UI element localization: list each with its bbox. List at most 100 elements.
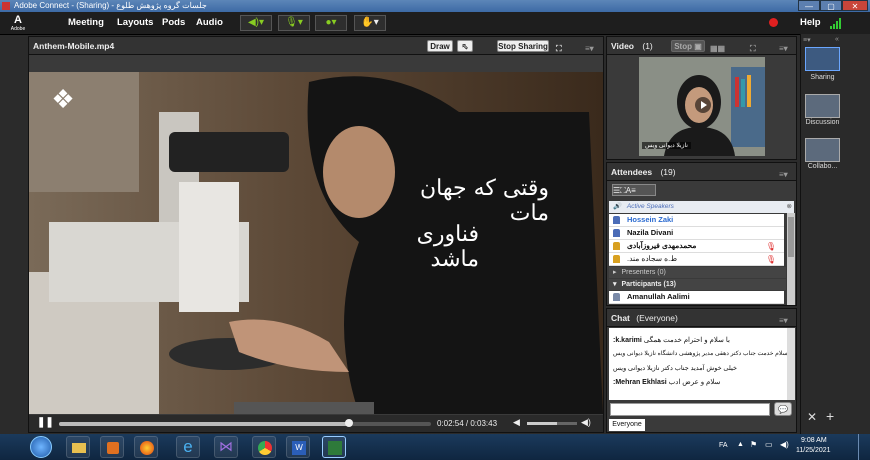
chat-input[interactable] xyxy=(610,403,770,416)
presenters-label: Presenters (0) xyxy=(621,269,666,276)
camera-toggle-icon[interactable]: ●▾ xyxy=(315,15,347,31)
volume-max-icon[interactable]: ◀) xyxy=(581,417,591,428)
show-desktop-button[interactable] xyxy=(858,434,870,460)
volume-tray-icon[interactable]: ◀) xyxy=(780,440,789,449)
institution-logo-icon: ❖ xyxy=(51,84,75,114)
sort-icon[interactable]: A≡ xyxy=(626,186,636,195)
chat-message: با سلام و احترام خدمت همگی k.karimi: xyxy=(613,337,730,344)
attendees-pod-title: Attendees xyxy=(611,167,653,177)
menu-help[interactable]: Help xyxy=(800,17,821,28)
layout-thumb-collaboration[interactable] xyxy=(805,138,840,162)
close-speakers-icon[interactable]: ⊗ xyxy=(787,201,792,213)
video-pod-title: Video xyxy=(611,41,634,51)
seek-handle[interactable] xyxy=(345,419,354,427)
word-icon[interactable]: W xyxy=(286,436,310,458)
speaker-icon: 🔊 xyxy=(613,203,622,210)
attendee-view-toggles: ☰⛶A≡ xyxy=(612,184,656,196)
menu-meeting[interactable]: Meeting xyxy=(68,17,104,28)
clock-date[interactable]: 11/25/2021 xyxy=(796,447,831,454)
windows-taskbar: e ⋈ W FA ▲ ⚑ ▭ ◀) 9:08 AM 11/25/2021 xyxy=(0,434,870,460)
input-language[interactable]: FA xyxy=(719,442,728,449)
tray-expand-icon[interactable]: ▲ xyxy=(737,441,744,448)
clock-time[interactable]: 9:08 AM xyxy=(801,437,827,444)
chat-message: سلام و عرض ادب Mehran Ekhlasi: xyxy=(613,379,721,386)
media-player-icon[interactable] xyxy=(100,436,124,458)
video-layout-icon[interactable]: ▦▦ xyxy=(710,40,725,58)
participants-group[interactable]: ▾ Participants (13) xyxy=(609,279,786,290)
attendee-row[interactable]: محمدمهدی فیروزآبادی 🎙 xyxy=(609,240,784,253)
participant-name: Amanullah Aalimi xyxy=(627,292,690,301)
start-button-icon[interactable] xyxy=(30,436,52,458)
active-speakers-bar: 🔊 Active Speakers ⊗ xyxy=(609,201,794,213)
attendee-row[interactable]: Hossein Zaki xyxy=(609,214,784,227)
video-fullscreen-icon[interactable]: ⛶ xyxy=(750,40,756,58)
chat-message: خیلی خوش آمدید جناب دکتر نازیلا دیوانی و… xyxy=(613,365,737,372)
attendees-scrollbar[interactable] xyxy=(787,213,795,305)
user-icon xyxy=(613,255,620,263)
visual-studio-icon[interactable]: ⋈ xyxy=(214,436,238,458)
fullscreen-icon[interactable]: ⛶ xyxy=(556,40,562,58)
layouts-collapse-icon[interactable]: « xyxy=(835,36,839,43)
settings-icon[interactable]: ✕ xyxy=(807,410,817,424)
chat-pod-header: Chat (Everyone) ≡▾ xyxy=(607,309,796,327)
pointer-tool-icon[interactable]: ⬁ xyxy=(457,40,473,52)
chat-scrollbar[interactable] xyxy=(787,328,795,400)
layout-thumb-discussion[interactable] xyxy=(805,94,840,118)
menu-bar: A Adobe Meeting Layouts Pods Audio ◀)▾ 🎙▾… xyxy=(0,12,870,35)
chat-tab-everyone[interactable]: Everyone xyxy=(609,419,645,431)
attendees-menu-icon[interactable]: ≡▾ xyxy=(779,166,788,184)
pause-button[interactable]: ❚❚ xyxy=(37,417,54,428)
share-pod-header: Anthem-Mobile.mp4 Draw ⬁ Stop Sharing ⛶ … xyxy=(29,37,603,55)
chat-message: سلام خدمت جناب دکتر دهقی مدیر پژوهشی دان… xyxy=(613,351,788,357)
active-speakers-label: Active Speakers xyxy=(626,203,674,210)
volume-icon[interactable]: ◀ xyxy=(513,417,520,428)
network-icon[interactable]: ▭ xyxy=(765,440,773,449)
attendee-row[interactable]: ط.ه سجاده مند. 🎙 xyxy=(609,253,784,266)
video-pod: Video (1) Stop ▣ ▦▦ ⛶ ≡▾ نازیلا دیوانی و… xyxy=(606,36,797,160)
volume-slider[interactable] xyxy=(527,422,577,425)
user-icon xyxy=(613,229,620,237)
webcam-feed: نازیلا دیوانی ویس xyxy=(639,57,765,156)
microphone-toggle-icon[interactable]: 🎙▾ xyxy=(278,15,310,31)
chat-pod: Chat (Everyone) ≡▾ با سلام و احترام خدمت… xyxy=(606,308,797,433)
adobe-connect-taskbar-icon[interactable] xyxy=(322,436,346,458)
user-icon xyxy=(613,216,620,224)
layouts-menu-icon[interactable]: ≡▾ xyxy=(803,36,811,44)
close-button[interactable]: ✕ xyxy=(842,0,868,11)
speaker-toggle-icon[interactable]: ◀)▾ xyxy=(240,15,272,31)
app-icon xyxy=(2,2,10,10)
layout-label-collaboration[interactable]: Collabo... xyxy=(803,163,842,170)
add-layout-icon[interactable]: + xyxy=(826,408,834,424)
layout-label-discussion[interactable]: Discussion xyxy=(803,119,842,126)
internet-explorer-icon[interactable]: e xyxy=(176,436,200,458)
maximize-button[interactable]: ▢ xyxy=(820,0,842,11)
flag-icon[interactable]: ⚑ xyxy=(750,440,757,449)
menu-audio[interactable]: Audio xyxy=(196,17,223,28)
attendee-row[interactable]: Nazila Divani xyxy=(609,227,784,240)
file-explorer-icon[interactable] xyxy=(66,436,90,458)
share-pod-title: Anthem-Mobile.mp4 xyxy=(33,41,115,51)
chrome-icon[interactable] xyxy=(252,436,276,458)
mic-muted-icon: 🎙 xyxy=(765,242,776,251)
raise-hand-icon[interactable]: ✋▾ xyxy=(354,15,386,31)
menu-layouts[interactable]: Layouts xyxy=(117,17,153,28)
menu-pods[interactable]: Pods xyxy=(162,17,185,28)
send-message-icon[interactable]: 💬 xyxy=(774,402,792,416)
pod-menu-icon[interactable]: ≡▾ xyxy=(585,40,594,58)
video-frame xyxy=(29,72,603,414)
video-pod-menu-icon[interactable]: ≡▾ xyxy=(779,40,788,58)
video-caption-line1: وقتی که جهان مات xyxy=(420,176,549,226)
shared-video[interactable]: ❖ وقتی که جهان مات فناوری ماشد xyxy=(29,72,603,414)
stop-video-button[interactable]: Stop ▣ xyxy=(671,40,705,52)
layout-label-sharing[interactable]: Sharing xyxy=(803,74,842,81)
firefox-icon[interactable] xyxy=(134,436,158,458)
layout-thumb-sharing[interactable] xyxy=(805,47,840,71)
participant-row[interactable]: Amanullah Aalimi xyxy=(609,291,784,304)
presenters-group[interactable]: ▸ Presenters (0) xyxy=(609,267,786,278)
seek-bar[interactable] xyxy=(59,419,431,427)
attendee-name: Hossein Zaki xyxy=(627,215,674,224)
stop-sharing-button[interactable]: Stop Sharing xyxy=(497,40,549,52)
draw-button[interactable]: Draw xyxy=(427,40,453,52)
minimize-button[interactable]: — xyxy=(798,0,820,11)
webcam-name-label: نازیلا دیوانی ویس xyxy=(642,142,691,149)
